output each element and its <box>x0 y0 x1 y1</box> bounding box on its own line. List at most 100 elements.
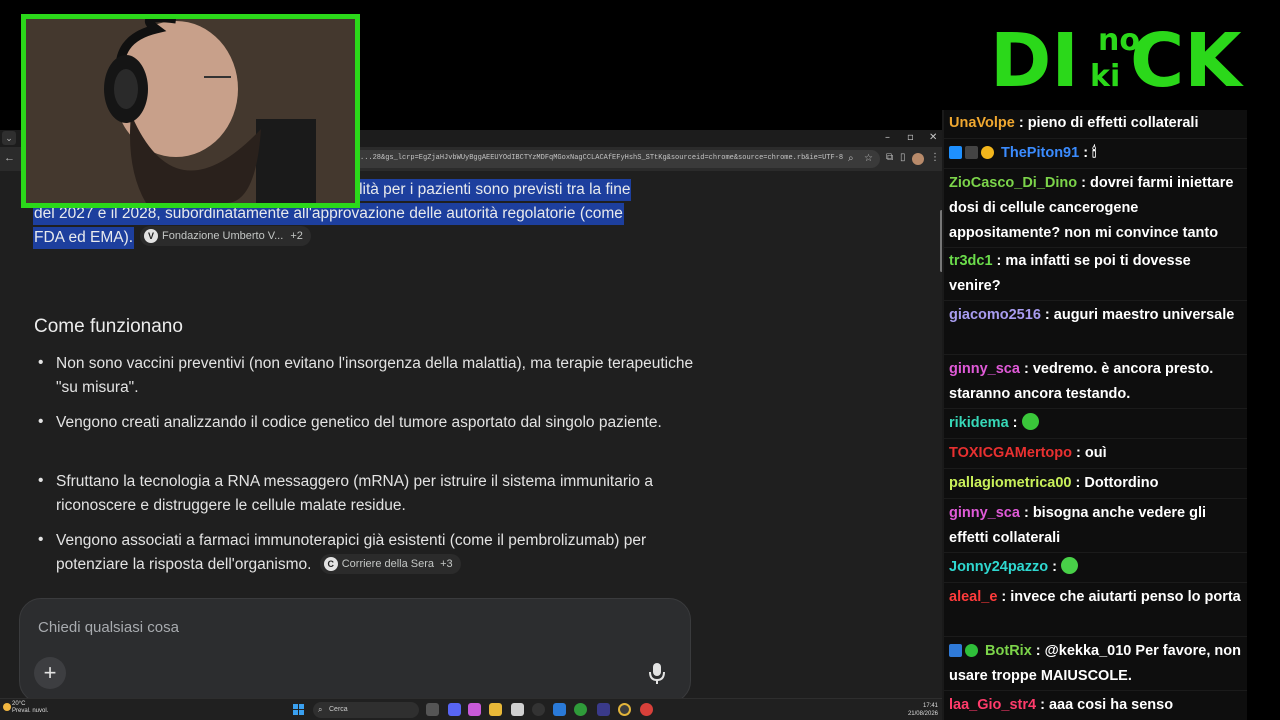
chat-text: ouì <box>1084 445 1107 461</box>
discord-icon[interactable] <box>448 703 461 716</box>
emote-icon <box>1021 413 1039 430</box>
xbox-icon[interactable] <box>574 703 587 716</box>
chat-username[interactable]: rikidema <box>949 415 1009 431</box>
subscriber-badge-icon <box>949 146 962 159</box>
emote-icon <box>1061 557 1078 574</box>
chat-username[interactable]: ginny_sca <box>949 505 1020 521</box>
chat-username[interactable]: pallagiometrica00 <box>949 475 1072 491</box>
browser-window: ⌄ – ▫ ✕ ← ...28&gs_lcrp=EgZjaHJvbWUyBggA… <box>0 130 942 698</box>
section-heading: Come funzionano <box>34 316 183 337</box>
chat-message: ThePiton91 : 🕯 <box>949 141 1245 166</box>
chat-username[interactable]: UnaVolpe <box>949 115 1015 131</box>
candle-emote-icon: 🕯 <box>1092 145 1097 161</box>
weather-icon <box>3 703 11 711</box>
chat-message: BotRix : @kekka_010 Per favore, non usar… <box>949 643 1241 684</box>
chat-message: ZioCasco_Di_Dino : dovrei farmi iniettar… <box>949 175 1234 241</box>
chat-text: pieno di effetti collaterali <box>1027 115 1199 131</box>
microphone-icon[interactable] <box>646 659 668 687</box>
app-icon[interactable] <box>597 703 610 716</box>
temperature: 20°C <box>12 701 26 707</box>
taskbar: 20°C Preval. nuvol. ⌕ Cerca 17:41 21/08/… <box>0 698 942 720</box>
source-chip[interactable]: V Fondazione Umberto V... +2 <box>140 226 311 246</box>
chat-message: aleal_e : invece che aiutarti penso lo p… <box>949 589 1241 605</box>
chat-username[interactable]: TOXICGAMertopo <box>949 445 1072 461</box>
chat-text: auguri maestro universale <box>1053 307 1235 323</box>
copilot-icon[interactable] <box>468 703 481 716</box>
close-button[interactable]: ✕ <box>929 132 937 143</box>
obs-icon[interactable] <box>532 703 545 716</box>
chat-username[interactable]: tr3dc1 <box>949 253 993 269</box>
chat-username[interactable]: laa_Gio_str4 <box>949 697 1036 713</box>
bookmark-star-icon[interactable]: ☆ <box>864 153 873 164</box>
store-icon[interactable] <box>511 703 524 716</box>
bullet-dot: • <box>38 472 44 489</box>
weather-condition: Preval. nuvol. <box>12 708 49 714</box>
sidebar-icon[interactable]: ▯ <box>900 152 906 163</box>
chat-text: aaa cosi ha senso <box>1048 697 1174 713</box>
chat-message: ginny_sca : bisogna anche vedere gli eff… <box>949 505 1207 546</box>
list-item: Vengono creati analizzando il codice gen… <box>56 414 662 431</box>
chat-message: UnaVolpe : pieno di effetti collaterali <box>949 115 1199 131</box>
chat-message: TOXICGAMertopo : ouì <box>949 445 1107 461</box>
source-chip-count: +3 <box>440 557 453 570</box>
windows-start-icon[interactable] <box>293 704 305 716</box>
chat-username[interactable]: ZioCasco_Di_Dino <box>949 175 1077 191</box>
search-icon: ⌕ <box>318 705 323 714</box>
verified-badge-icon <box>965 644 978 657</box>
badge-icon <box>965 146 978 159</box>
chat-username[interactable]: aleal_e <box>949 589 997 605</box>
bullet-dot: • <box>38 531 44 548</box>
streamer-webcam-image <box>26 19 355 203</box>
taskbar-search-label: Cerca <box>329 706 348 713</box>
profile-avatar[interactable] <box>912 153 924 165</box>
chrome-icon[interactable] <box>618 703 631 716</box>
chat-username[interactable]: ginny_sca <box>949 361 1020 377</box>
chat-message: pallagiometrica00 : Dottordino <box>949 475 1159 491</box>
chat-text: invece che aiutarti penso lo porta <box>1010 589 1241 605</box>
stream-chat: UnaVolpe : pieno di effetti collaterali … <box>942 110 1247 720</box>
extensions-icon[interactable]: ⧉ <box>886 152 893 163</box>
taskbar-search[interactable]: ⌕ Cerca <box>313 702 419 718</box>
webcam-overlay <box>21 14 360 208</box>
channel-logo: DI no ki CK <box>990 20 1244 90</box>
logo-text: DI <box>990 20 1079 90</box>
chat-message: Jonny24pazzo : <box>949 555 1245 580</box>
bullet-dot: • <box>38 354 44 371</box>
list-item: Sfruttano la tecnologia a RNA messaggero… <box>56 473 653 514</box>
list-item: Non sono vaccini preventivi (non evitano… <box>56 355 694 396</box>
chat-message: ginny_sca : vedremo. è ancora presto. st… <box>949 361 1214 402</box>
app-icon[interactable] <box>553 703 566 716</box>
moderator-badge-icon <box>949 644 962 657</box>
chat-username[interactable]: ThePiton91 <box>1001 145 1079 161</box>
logo-text: CK <box>1130 20 1244 90</box>
prompt-box[interactable]: Chiedi qualsiasi cosa + <box>19 598 691 698</box>
chat-message: laa_Gio_str4 : aaa cosi ha senso <box>949 697 1174 713</box>
tab-search-button[interactable]: ⌄ <box>2 131 16 145</box>
back-icon[interactable]: ← <box>4 152 15 164</box>
chat-username[interactable]: Jonny24pazzo <box>949 559 1048 575</box>
weather-widget[interactable]: 20°C Preval. nuvol. <box>12 701 48 715</box>
file-explorer-icon[interactable] <box>489 703 502 716</box>
badge-icon <box>981 146 994 159</box>
add-button[interactable]: + <box>34 657 66 689</box>
task-view-icon[interactable] <box>426 703 439 716</box>
highlighted-text: bilità per i pazienti sono previsti tra … <box>346 179 632 201</box>
prompt-input[interactable]: Chiedi qualsiasi cosa <box>38 619 179 636</box>
chat-message: giacomo2516 : auguri maestro universale <box>949 307 1235 323</box>
source-chip-label: Corriere della Sera <box>341 557 435 570</box>
app-icon[interactable] <box>640 703 653 716</box>
zoom-icon[interactable]: ⌕ <box>848 153 854 164</box>
minimize-button[interactable]: – <box>885 132 890 143</box>
menu-icon[interactable]: ⋮ <box>930 152 940 163</box>
highlighted-text: FDA ed EMA). <box>33 227 135 249</box>
chat-text: Dottordino <box>1084 475 1159 491</box>
system-clock[interactable]: 17:41 21/08/2026 <box>902 702 938 718</box>
ai-answer-content: bilità per i pazienti sono previsti tra … <box>0 171 942 698</box>
chat-username[interactable]: BotRix <box>985 643 1032 659</box>
chat-username[interactable]: giacomo2516 <box>949 307 1041 323</box>
list-item: Vengono associati a farmaci immunoterapi… <box>56 529 686 576</box>
clock-date: 21/08/2026 <box>907 711 938 717</box>
maximize-button[interactable]: ▫ <box>907 132 914 143</box>
clock-time: 17:41 <box>922 703 938 709</box>
source-chip[interactable]: C Corriere della Sera +3 <box>319 553 461 574</box>
